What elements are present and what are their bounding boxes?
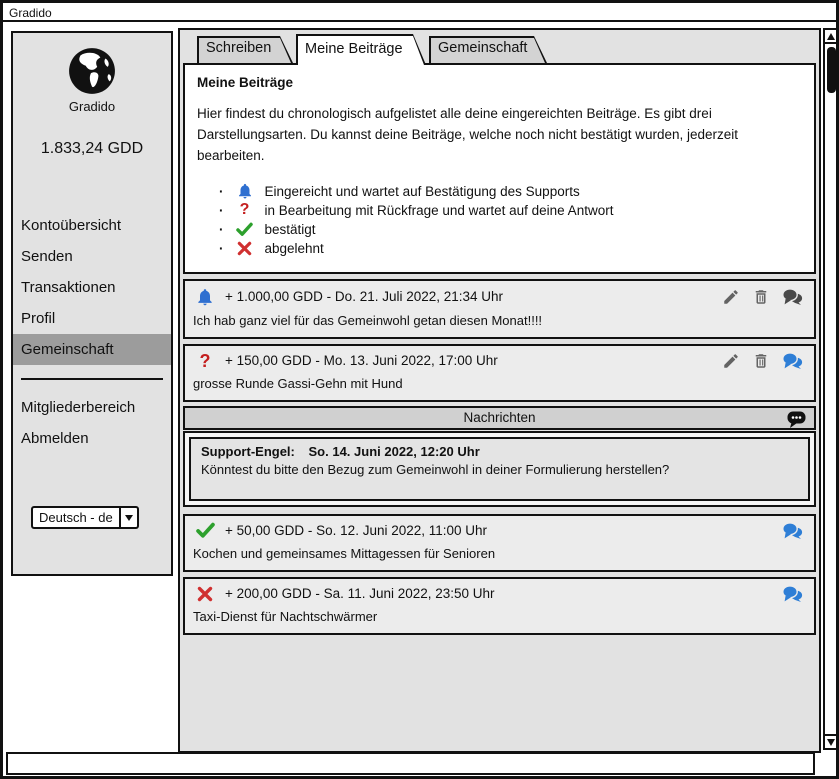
trash-icon[interactable]	[752, 352, 770, 370]
account-balance: 1.833,24 GDD	[13, 140, 171, 158]
entry-actions	[722, 352, 803, 370]
entry-actions	[722, 288, 803, 306]
messages-list: Support-Engel: So. 14. Juni 2022, 12:20 …	[183, 431, 816, 507]
contribution-entry: + 1.000,00 GDD - Do. 21. Juli 2022, 21:3…	[183, 279, 816, 339]
sidebar-divider	[21, 378, 163, 380]
scrollbar-thumb[interactable]	[827, 47, 836, 93]
messages-header: Nachrichten	[183, 406, 816, 430]
entry-header: ? + 150,00 GDD - Mo. 13. Juni 2022, 17:0…	[185, 346, 814, 370]
tab-label: Gemeinschaft	[429, 36, 547, 56]
status-bar	[6, 752, 815, 775]
page-title: Meine Beiträge	[197, 75, 802, 90]
tab-schreiben[interactable]: Schreiben	[197, 36, 293, 63]
bell-icon	[234, 182, 256, 200]
chat-icon[interactable]	[782, 288, 803, 306]
legend-text: abgelehnt	[265, 239, 324, 258]
chat-icon[interactable]	[782, 585, 803, 603]
contribution-entry: ? + 150,00 GDD - Mo. 13. Juni 2022, 17:0…	[183, 344, 816, 402]
sidebar-item-mitgliederbereich[interactable]: Mitgliederbereich	[13, 392, 171, 423]
tab-gemeinschaft[interactable]: Gemeinschaft	[429, 36, 547, 63]
tab-label: Schreiben	[197, 36, 293, 56]
window-titlebar: Gradido	[3, 3, 836, 22]
entry-memo: Taxi-Dienst für Nachtschwärmer	[185, 603, 814, 633]
sidebar-item-gemeinschaft[interactable]: Gemeinschaft	[13, 334, 171, 365]
language-select[interactable]: Deutsch - de	[31, 506, 139, 529]
legend-item-confirmed: bestätigt	[219, 220, 802, 239]
trash-icon[interactable]	[752, 288, 770, 306]
app-window: Gradido Gradido 1.833,24 GDD Kontoübersi…	[0, 0, 839, 779]
language-select-arrow[interactable]	[119, 508, 137, 527]
entry-amount-date: + 200,00 GDD - Sa. 11. Juni 2022, 23:50 …	[225, 586, 495, 601]
chat-icon[interactable]	[782, 522, 803, 540]
message-text: Könntest du bitte den Bezug zum Gemeinwo…	[201, 462, 798, 477]
sidebar-item-profil[interactable]: Profil	[13, 303, 171, 334]
brand-label: Gradido	[13, 99, 171, 114]
scroll-down-button[interactable]	[825, 734, 837, 748]
entry-actions	[782, 585, 803, 603]
entry-header: + 1.000,00 GDD - Do. 21. Juli 2022, 21:3…	[185, 281, 814, 307]
message-author: Support-Engel:	[201, 444, 295, 459]
entry-memo: Ich hab ganz viel für das Gemeinwohl get…	[185, 307, 814, 337]
legend-item-query: ? in Bearbeitung mit Rückfrage und warte…	[219, 201, 802, 220]
entry-amount-date: + 150,00 GDD - Mo. 13. Juni 2022, 17:00 …	[225, 353, 498, 368]
tab-content-intro: Meine Beiträge Hier findest du chronolog…	[183, 63, 816, 274]
legend-item-pending: Eingereicht und wartet auf Bestätigung d…	[219, 182, 802, 201]
chevron-down-icon	[125, 515, 133, 525]
entry-memo: grosse Runde Gassi-Gehn mit Hund	[185, 370, 814, 400]
entry-memo: Kochen und gemeinsames Mittagessen für S…	[185, 540, 814, 570]
tab-meine-beitraege[interactable]: Meine Beiträge	[296, 34, 426, 65]
sidebar: Gradido 1.833,24 GDD Kontoübersicht Send…	[11, 31, 173, 576]
tab-label: Meine Beiträge	[296, 34, 426, 57]
chat-icon[interactable]	[782, 352, 803, 370]
legend-item-denied: abgelehnt	[219, 239, 802, 258]
message-item: Support-Engel: So. 14. Juni 2022, 12:20 …	[189, 437, 810, 501]
intro-text: Hier findest du chronologisch aufgeliste…	[197, 104, 809, 167]
contribution-entry: + 200,00 GDD - Sa. 11. Juni 2022, 23:50 …	[183, 577, 816, 635]
triangle-up-icon	[827, 29, 835, 40]
globe-icon	[67, 46, 117, 96]
entry-amount-date: + 50,00 GDD - So. 12. Juni 2022, 11:00 U…	[225, 523, 487, 538]
messages-title: Nachrichten	[463, 410, 535, 425]
triangle-down-icon	[827, 739, 835, 750]
sidebar-item-abmelden[interactable]: Abmelden	[13, 423, 171, 454]
entry-actions	[782, 522, 803, 540]
sidebar-menu-secondary: Mitgliederbereich Abmelden	[13, 392, 171, 454]
main-panel: Schreiben Meine Beiträge Gemeinschaft Me…	[178, 28, 821, 753]
cross-icon	[193, 586, 217, 602]
entry-header: + 50,00 GDD - So. 12. Juni 2022, 11:00 U…	[185, 516, 814, 540]
tab-bar: Schreiben Meine Beiträge Gemeinschaft	[180, 30, 819, 63]
legend-text: Eingereicht und wartet auf Bestätigung d…	[265, 182, 580, 201]
message-datetime: So. 14. Juni 2022, 12:20 Uhr	[309, 444, 480, 459]
sidebar-item-senden[interactable]: Senden	[13, 241, 171, 272]
check-icon	[234, 222, 256, 237]
language-select-value: Deutsch - de	[33, 510, 119, 525]
bell-icon	[193, 287, 217, 307]
entry-amount-date: + 1.000,00 GDD - Do. 21. Juli 2022, 21:3…	[225, 289, 503, 304]
edit-icon[interactable]	[722, 288, 740, 306]
vertical-scrollbar[interactable]	[823, 28, 839, 750]
entry-header: + 200,00 GDD - Sa. 11. Juni 2022, 23:50 …	[185, 579, 814, 603]
edit-icon[interactable]	[722, 352, 740, 370]
legend-text: bestätigt	[265, 220, 316, 239]
legend-text: in Bearbeitung mit Rückfrage und wartet …	[265, 201, 614, 220]
sidebar-item-kontouebersicht[interactable]: Kontoübersicht	[13, 210, 171, 241]
cross-icon	[234, 241, 256, 256]
question-icon: ?	[193, 352, 217, 370]
scroll-up-button[interactable]	[825, 30, 837, 44]
chat-dots-icon[interactable]	[786, 410, 807, 429]
check-icon	[193, 522, 217, 539]
contribution-entry: + 50,00 GDD - So. 12. Juni 2022, 11:00 U…	[183, 514, 816, 572]
sidebar-menu: Kontoübersicht Senden Transaktionen Prof…	[13, 210, 171, 365]
sidebar-item-transaktionen[interactable]: Transaktionen	[13, 272, 171, 303]
question-icon: ?	[234, 202, 256, 218]
status-legend: Eingereicht und wartet auf Bestätigung d…	[219, 182, 802, 258]
window-title: Gradido	[9, 6, 52, 20]
